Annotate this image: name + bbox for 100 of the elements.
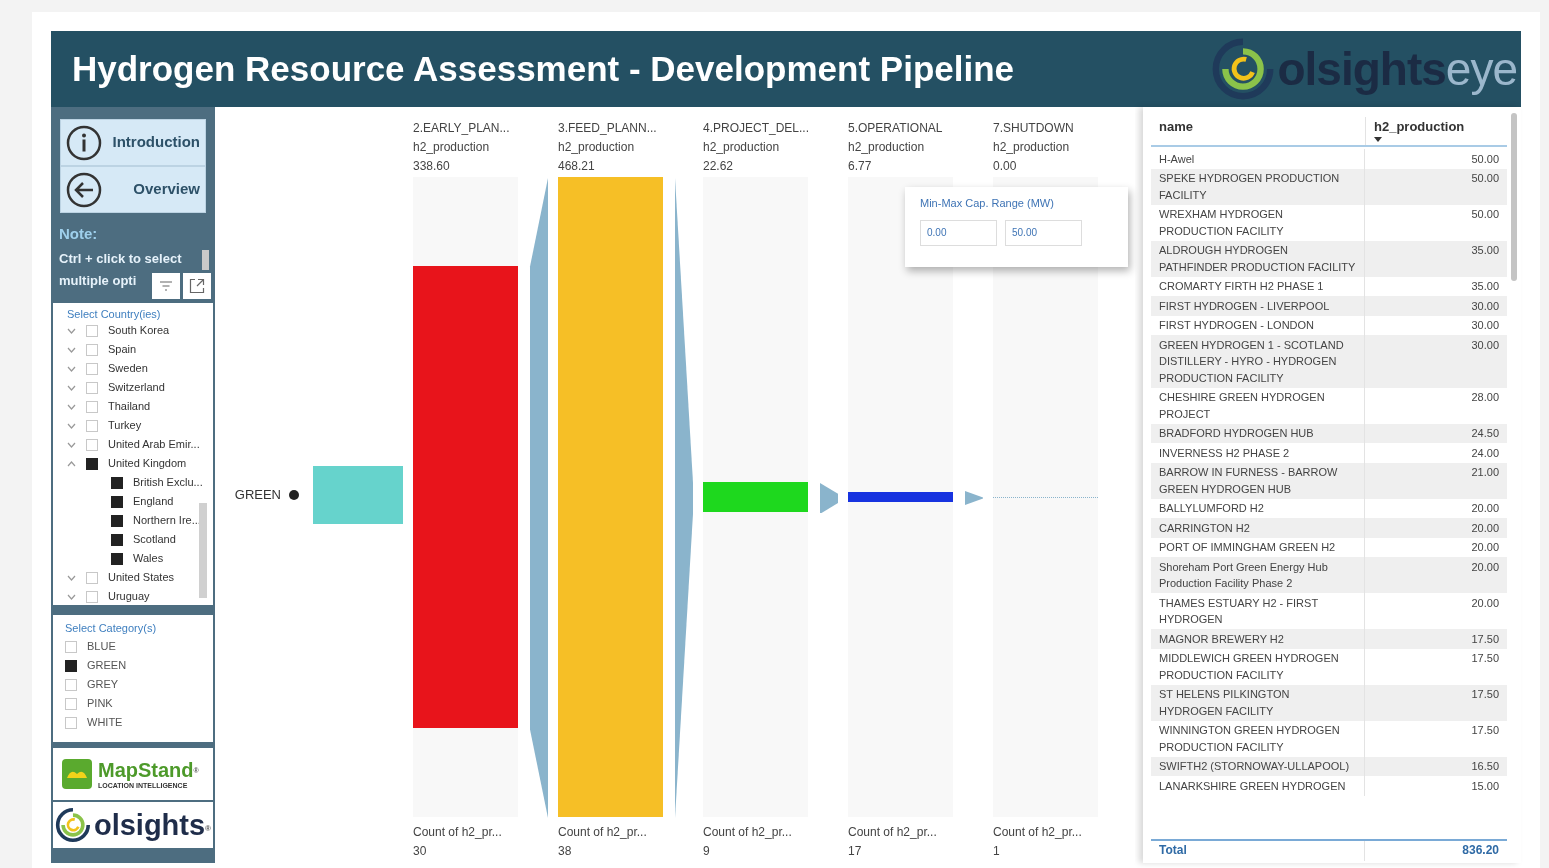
slicer-option[interactable]: United Kingdom xyxy=(108,455,187,472)
max-input[interactable]: 50.00 xyxy=(1005,219,1082,246)
table-cell: WREXHAM HYDROGEN PRODUCTION FACILITY xyxy=(1151,204,1365,241)
stage-name: 2.EARLY_PLAN... xyxy=(413,120,511,137)
slicer-option[interactable]: GREEN xyxy=(87,657,127,674)
slicer-option[interactable]: Switzerland xyxy=(108,379,165,396)
stage-value: 468.21 xyxy=(558,158,596,175)
count-value: 1 xyxy=(993,843,1001,860)
chevron-down-icon[interactable] xyxy=(67,574,76,581)
chevron-down-icon[interactable] xyxy=(67,403,76,410)
table-cell-text: 30.00 xyxy=(1470,337,1500,353)
count-label: Count of h2_pr... xyxy=(848,824,938,841)
slicer-option[interactable]: PINK xyxy=(87,695,113,712)
stage-name: 4.PROJECT_DEL... xyxy=(703,120,808,137)
checkbox[interactable] xyxy=(111,476,123,489)
table-cell-text: 35.00 xyxy=(1470,279,1500,294)
scrollbar[interactable] xyxy=(199,503,207,598)
table-cell: MIDDLEWICH GREEN HYDROGEN PRODUCTION FACILITY xyxy=(1151,648,1365,685)
funnel-bar[interactable] xyxy=(703,481,808,513)
slicer-option[interactable]: British Exclu... xyxy=(133,474,203,491)
page-title: Hydrogen Resource Assessment - Development Pipeline xyxy=(72,47,1015,90)
category-node[interactable] xyxy=(313,466,403,524)
table-cell-text: 30.00 xyxy=(1470,318,1500,333)
slicer-option[interactable]: United States xyxy=(108,569,175,586)
checkbox[interactable] xyxy=(111,533,123,546)
min-input[interactable]: 0.00 xyxy=(920,219,997,246)
chevron-down-icon[interactable] xyxy=(67,422,76,429)
stage-name: 5.OPERATIONAL xyxy=(848,120,944,137)
stage-name: 7.SHUTDOWN xyxy=(993,120,1075,137)
table-cell: H-Awel xyxy=(1151,149,1365,169)
slicer-title: Select Category(s) xyxy=(65,621,158,635)
table-cell-text: 21.00 xyxy=(1470,465,1500,480)
slicer-option[interactable]: GREY xyxy=(87,676,119,693)
count-label: Count of h2_pr... xyxy=(993,824,1083,841)
table-cell-text: 50.00 xyxy=(1470,207,1500,222)
category-label: GREEN xyxy=(234,486,281,505)
slicer-option[interactable]: Turkey xyxy=(108,417,142,434)
scrollbar[interactable] xyxy=(202,250,209,270)
slicer-option[interactable]: Northern Ire... xyxy=(133,512,201,529)
total-value: 836.20 xyxy=(1461,842,1500,859)
stage-value: 338.60 xyxy=(413,158,451,175)
sort-descending-icon[interactable] xyxy=(1374,136,1382,142)
slicer-option[interactable]: BLUE xyxy=(87,638,116,655)
swirl-logo-icon xyxy=(1211,37,1276,101)
nav-button[interactable]: Overview xyxy=(60,166,206,213)
table-cell-text: 28.00 xyxy=(1470,390,1500,405)
table-cell: MAGNOR BREWERY H2 xyxy=(1151,629,1365,649)
note-text: Ctrl + click to select xyxy=(59,249,182,268)
table-cell-text: 50.00 xyxy=(1470,171,1500,186)
count-value: 17 xyxy=(848,843,863,860)
table-cell: GREEN HYDROGEN 1 - SCOTLAND DISTILLERY - HYRO - HYDROGEN PRODUCTION FACILITY xyxy=(1151,335,1365,388)
slicer-option[interactable]: WHITE xyxy=(87,714,123,731)
slicer-option[interactable]: England xyxy=(133,493,174,510)
slicer-option[interactable]: Thailand xyxy=(108,398,151,415)
stage-value: 0.00 xyxy=(993,158,1018,175)
count-value: 38 xyxy=(558,843,573,860)
table-cell: ALDROUGH HYDROGEN PATHFINDER PRODUCTION FACILITY xyxy=(1151,240,1365,277)
slicer-option[interactable]: Scotland xyxy=(133,531,176,548)
chevron-down-icon[interactable] xyxy=(67,346,76,353)
checkbox[interactable] xyxy=(86,457,98,470)
chevron-down-icon[interactable] xyxy=(67,327,76,334)
table-cell-text: 20.00 xyxy=(1470,595,1500,611)
table-cell-text: 24.00 xyxy=(1470,445,1500,461)
note-text: multiple opti xyxy=(59,271,137,290)
expand-icon[interactable] xyxy=(183,273,211,299)
chevron-down-icon[interactable] xyxy=(67,593,76,600)
table-cell: CARRINGTON H2 xyxy=(1151,518,1365,538)
checkbox[interactable] xyxy=(65,659,77,672)
mapstand-logo-icon xyxy=(61,758,93,790)
measure-label: h2_production xyxy=(558,139,636,156)
measure-label: h2_production xyxy=(413,139,491,156)
table-cell: ST HELENS PILKINGTON HYDROGEN FACILITY xyxy=(1151,684,1365,721)
chevron-down-icon[interactable] xyxy=(67,365,76,372)
column-header[interactable]: name xyxy=(1151,117,1365,145)
count-value: 30 xyxy=(413,843,428,860)
table-cell-text: 30.00 xyxy=(1470,298,1500,314)
chevron-down-icon[interactable] xyxy=(67,384,76,391)
checkbox[interactable] xyxy=(111,552,123,565)
nav-button[interactable]: Introduction xyxy=(60,119,206,166)
scrollbar[interactable] xyxy=(1511,113,1517,281)
table-cell: LANARKSHIRE GREEN HYDROGEN xyxy=(1151,776,1365,796)
slicer-option[interactable]: Uruguay xyxy=(108,588,150,605)
slicer-option[interactable]: United Arab Emir... xyxy=(108,436,200,453)
measure-label: h2_production xyxy=(993,139,1071,156)
table-cell: SPEKE HYDROGEN PRODUCTION FACILITY xyxy=(1151,168,1365,205)
checkbox[interactable] xyxy=(111,514,123,527)
table-cell-text: 16.50 xyxy=(1470,759,1500,774)
chevron-down-icon[interactable] xyxy=(67,441,76,448)
total-label: Total xyxy=(1151,841,1365,861)
count-label: Count of h2_pr... xyxy=(558,824,648,841)
slicer-option[interactable]: South Korea xyxy=(108,322,170,339)
column-header[interactable]: h2_production xyxy=(1374,117,1499,137)
table-cell-text: 17.50 xyxy=(1470,651,1500,666)
table-cell: CHESHIRE GREEN HYDROGEN PROJECT xyxy=(1151,387,1365,424)
slicer-option[interactable]: Wales xyxy=(133,550,164,567)
info-icon xyxy=(66,124,102,161)
checkbox[interactable] xyxy=(111,495,123,508)
slicer-option[interactable]: Spain xyxy=(108,341,137,358)
chevron-up-icon[interactable] xyxy=(67,460,76,467)
slicer-option[interactable]: Sweden xyxy=(108,360,148,377)
